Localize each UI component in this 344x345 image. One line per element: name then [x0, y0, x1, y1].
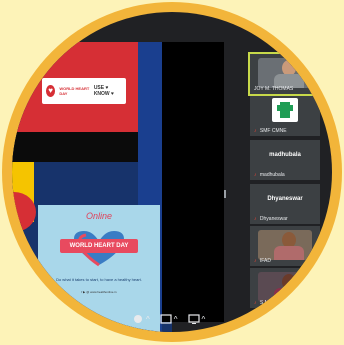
participant-name: JOY M. THOMAS — [254, 86, 294, 92]
mic-muted-icon: ♪ — [254, 300, 257, 306]
participant-name-row: JOY M. THOMAS — [254, 86, 293, 92]
participant-name-row: ♪ IFAD — [254, 258, 271, 264]
participant-display-name: Dhyaneswar — [267, 196, 303, 202]
card-footer: f ▶ @ www.healthonline.in — [81, 290, 117, 294]
share-screen-icon — [160, 314, 172, 324]
participant-video — [258, 272, 312, 302]
participant-name-row: ♪ Dhyaneswar — [254, 216, 288, 222]
participant-name: S.MOHAN — [259, 300, 284, 306]
panel-resize-handle[interactable] — [224, 190, 226, 198]
participant-name: Dhyaneswar — [259, 216, 288, 222]
participant-tile[interactable]: Dhyaneswar ♪ Dhyaneswar — [250, 184, 320, 224]
display-icon — [187, 314, 200, 324]
participant-tile[interactable]: ♪ SMF CMNE — [250, 96, 320, 136]
participant-video — [258, 230, 312, 260]
heart-hug-icon: WORLD HEART DAY — [60, 227, 138, 267]
participant-tile[interactable]: madhubala ♪ madhubala — [250, 140, 320, 180]
participant-name: madhubala — [259, 172, 285, 178]
slide-logos: ♥ WORLD HEART DAY USE ♥ KNOW ♥ — [42, 78, 126, 104]
participant-display-name: madhubala — [269, 152, 301, 158]
shared-slide: ♥ WORLD HEART DAY USE ♥ KNOW ♥ Online WO… — [12, 42, 172, 332]
use-know-logo: USE ♥ KNOW ♥ — [93, 85, 115, 97]
meeting-window: ♥ WORLD HEART DAY USE ♥ KNOW ♥ Online WO… — [12, 12, 332, 332]
participant-tile[interactable]: JOY M. THOMAS — [248, 52, 322, 96]
chevron-up-icon[interactable]: ^ — [146, 315, 150, 324]
participant-name: IFAD — [259, 258, 272, 264]
participant-name-row: ♪ S.MOHAN — [254, 300, 283, 306]
presentation-gap — [162, 42, 224, 322]
participant-tile[interactable]: ♪ S.MOHAN — [250, 268, 320, 308]
meeting-toolbar: ^ ^ ^ — [132, 308, 252, 330]
brand-logo: Online — [85, 211, 112, 221]
camera-button[interactable]: ^ — [132, 313, 150, 325]
participant-tile[interactable]: ♪ IFAD — [250, 226, 320, 266]
share-screen-button[interactable]: ^ — [160, 313, 178, 325]
participant-video — [258, 58, 312, 88]
heart-logo-icon: ♥ — [46, 85, 56, 97]
shirt — [274, 246, 304, 260]
participant-name: SMF CMNE — [259, 128, 287, 134]
mic-muted-icon: ♪ — [254, 258, 257, 264]
camera-icon — [134, 315, 142, 323]
chevron-up-icon[interactable]: ^ — [174, 315, 178, 324]
chevron-up-icon[interactable]: ^ — [202, 315, 206, 324]
smf-logo-icon — [272, 98, 298, 122]
participant-name-row: ♪ SMF CMNE — [254, 128, 287, 134]
mic-muted-icon: ♪ — [254, 172, 257, 178]
mic-muted-icon: ♪ — [254, 128, 257, 134]
logo-title: WORLD HEART DAY — [59, 86, 90, 96]
participant-name-row: ♪ madhubala — [254, 172, 285, 178]
card-tagline: Do what it takes to start, to have a hea… — [56, 277, 142, 282]
display-button[interactable]: ^ — [187, 313, 206, 325]
mic-muted-icon: ♪ — [254, 216, 257, 222]
card-banner: WORLD HEART DAY — [60, 239, 138, 253]
